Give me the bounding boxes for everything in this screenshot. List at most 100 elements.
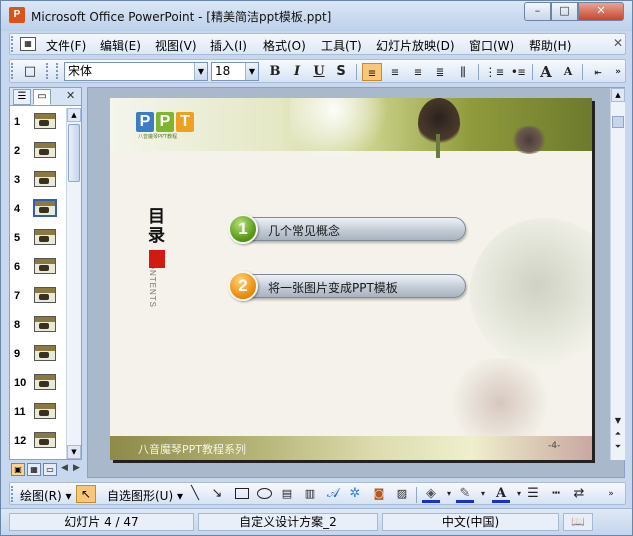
grow-font-button[interactable]: A	[536, 63, 556, 81]
arrow-icon[interactable]: ↘	[208, 486, 226, 502]
slide-thumbnail-image[interactable]	[34, 432, 56, 448]
picture-icon[interactable]: ▨	[393, 486, 411, 502]
font-color-icon[interactable]: A	[492, 486, 510, 503]
scrollbar-thumb[interactable]	[612, 116, 624, 128]
slide-thumbnail[interactable]: 11	[10, 400, 66, 426]
line-color-icon[interactable]: ✎	[456, 486, 474, 503]
slide-thumbnail-image[interactable]	[34, 374, 56, 390]
align-center-icon[interactable]: ≡	[385, 63, 405, 81]
slide-thumbnail-image[interactable]	[34, 316, 56, 332]
menu-help[interactable]: 帮助(H)	[529, 37, 571, 54]
slide-thumbnail-image[interactable]	[34, 403, 56, 419]
underline-button[interactable]: U	[309, 63, 329, 81]
slide-thumbnail[interactable]: 3	[10, 168, 66, 194]
scroll-down-icon[interactable]: ▼	[611, 416, 625, 427]
slide-thumbnail-image[interactable]	[34, 229, 56, 245]
toc-item[interactable]: 1 几个常见概念	[228, 214, 466, 244]
dash-style-icon[interactable]: ┅	[547, 486, 565, 502]
toolbar-options-icon[interactable]: »	[602, 486, 620, 502]
minimize-button[interactable]: –	[524, 2, 551, 21]
next-slide-icon[interactable]: ⏷	[611, 442, 625, 453]
align-left-icon[interactable]: ≡	[362, 63, 382, 81]
toolbar-grip[interactable]	[56, 63, 60, 79]
menu-file[interactable]: 文件(F)	[46, 37, 86, 54]
fill-color-icon[interactable]: ◈	[422, 486, 440, 503]
previous-slide-icon[interactable]: ⏶	[611, 429, 625, 440]
document-icon[interactable]: ▦	[20, 37, 36, 51]
scroll-left-icon[interactable]: ◀	[61, 463, 68, 473]
editor-scrollbar[interactable]: ▲ ▼ ⏶ ⏷	[610, 88, 625, 460]
chevron-down-icon[interactable]: ▼	[245, 63, 258, 80]
slides-tab-icon[interactable]: ▭	[33, 89, 51, 105]
outline-tab-icon[interactable]: ☰	[13, 89, 31, 105]
slides-pane-scrollbar[interactable]: ▲ ▼	[66, 108, 81, 459]
rectangle-icon[interactable]	[235, 488, 249, 499]
toolbar-grip[interactable]	[11, 486, 15, 502]
scroll-down-icon[interactable]: ▼	[67, 445, 81, 459]
vertical-textbox-icon[interactable]: ▥	[301, 486, 319, 502]
chevron-down-icon[interactable]: ▾	[474, 486, 492, 502]
slide-thumbnail[interactable]: 5	[10, 226, 66, 252]
new-document-icon[interactable]: □	[20, 63, 40, 81]
menu-slideshow[interactable]: 幻灯片放映(D)	[376, 37, 455, 54]
slide-thumbnail-image[interactable]	[34, 345, 56, 361]
toolbar-grip[interactable]	[11, 36, 15, 52]
slide-thumbnail-image[interactable]	[34, 171, 56, 187]
draw-menu-button[interactable]: 绘图(R) ▾	[20, 487, 72, 504]
bullet-list-icon[interactable]: •≡	[508, 63, 528, 81]
wordart-icon[interactable]: 𝒜	[324, 486, 342, 502]
clipart-icon[interactable]: ◙	[370, 486, 388, 502]
oval-icon[interactable]	[257, 488, 272, 499]
toolbar-grip[interactable]	[11, 63, 15, 79]
slide-thumbnail-image[interactable]	[34, 142, 56, 158]
slide-thumbnail[interactable]: 7	[10, 284, 66, 310]
numbered-list-icon[interactable]: ⋮≡	[484, 63, 504, 81]
slide-thumbnail[interactable]: 4	[10, 197, 66, 223]
slide-thumbnail-image[interactable]	[34, 258, 56, 274]
decrease-indent-icon[interactable]: ⇤	[588, 63, 608, 81]
font-size-combo[interactable]: 18 ▼	[211, 62, 259, 81]
menu-view[interactable]: 视图(V)	[155, 37, 197, 54]
slide-thumbnail[interactable]: 9	[10, 342, 66, 368]
select-objects-icon[interactable]: ↖	[76, 485, 96, 503]
line-style-icon[interactable]: ☰	[524, 486, 542, 502]
shrink-font-button[interactable]: A	[558, 63, 578, 81]
columns-icon[interactable]: ⫼	[453, 63, 473, 81]
italic-button[interactable]: I	[287, 63, 307, 81]
menu-format[interactable]: 格式(O)	[263, 37, 306, 54]
close-pane-button[interactable]: ✕	[66, 89, 75, 102]
arrow-style-icon[interactable]: ⇄	[570, 486, 588, 502]
normal-view-icon[interactable]: ▣	[11, 463, 25, 476]
diagram-icon[interactable]: ✲	[346, 486, 364, 502]
autoshapes-button[interactable]: 自选图形(U) ▾	[107, 487, 183, 504]
slide-thumbnail[interactable]: 12	[10, 429, 66, 455]
close-document-button[interactable]: ✕	[613, 36, 623, 50]
toc-item[interactable]: 2 将一张图片变成PPT模板	[228, 271, 466, 301]
slide-thumbnail[interactable]: 1	[10, 110, 66, 136]
slide-thumbnail[interactable]: 8	[10, 313, 66, 339]
slide-thumbnail-image[interactable]	[34, 287, 56, 303]
chevron-down-icon[interactable]: ▼	[194, 63, 207, 80]
justify-icon[interactable]: ≣	[430, 63, 450, 81]
scroll-up-icon[interactable]: ▲	[611, 88, 625, 102]
scroll-right-icon[interactable]: ▶	[73, 463, 80, 473]
powerpoint-app-icon[interactable]: P	[9, 7, 25, 23]
menu-edit[interactable]: 编辑(E)	[100, 37, 141, 54]
bold-button[interactable]: B	[265, 63, 285, 81]
line-icon[interactable]: ╲	[186, 486, 204, 502]
scrollbar-thumb[interactable]	[68, 124, 80, 182]
slideshow-view-icon[interactable]: ▭	[43, 463, 57, 476]
menu-window[interactable]: 窗口(W)	[469, 37, 514, 54]
close-button[interactable]: ✕	[578, 2, 624, 21]
spelling-icon[interactable]: 📖	[563, 513, 593, 531]
slide-thumbnail-image[interactable]	[33, 199, 57, 217]
current-slide[interactable]: P P T 八音魔琴PPT教程 目录 CONTENTS 1 几个常见概念 2 将…	[110, 98, 592, 460]
menu-insert[interactable]: 插入(I)	[210, 37, 247, 54]
shadow-button[interactable]: S	[331, 63, 351, 81]
slide-thumbnail[interactable]: 10	[10, 371, 66, 397]
slide-thumbnail[interactable]: 2	[10, 139, 66, 165]
maximize-button[interactable]: □	[551, 2, 578, 21]
toolbar-options-icon[interactable]: »	[608, 63, 628, 81]
slide-sorter-icon[interactable]: ▦	[27, 463, 41, 476]
font-name-combo[interactable]: 宋体 ▼	[64, 62, 208, 81]
